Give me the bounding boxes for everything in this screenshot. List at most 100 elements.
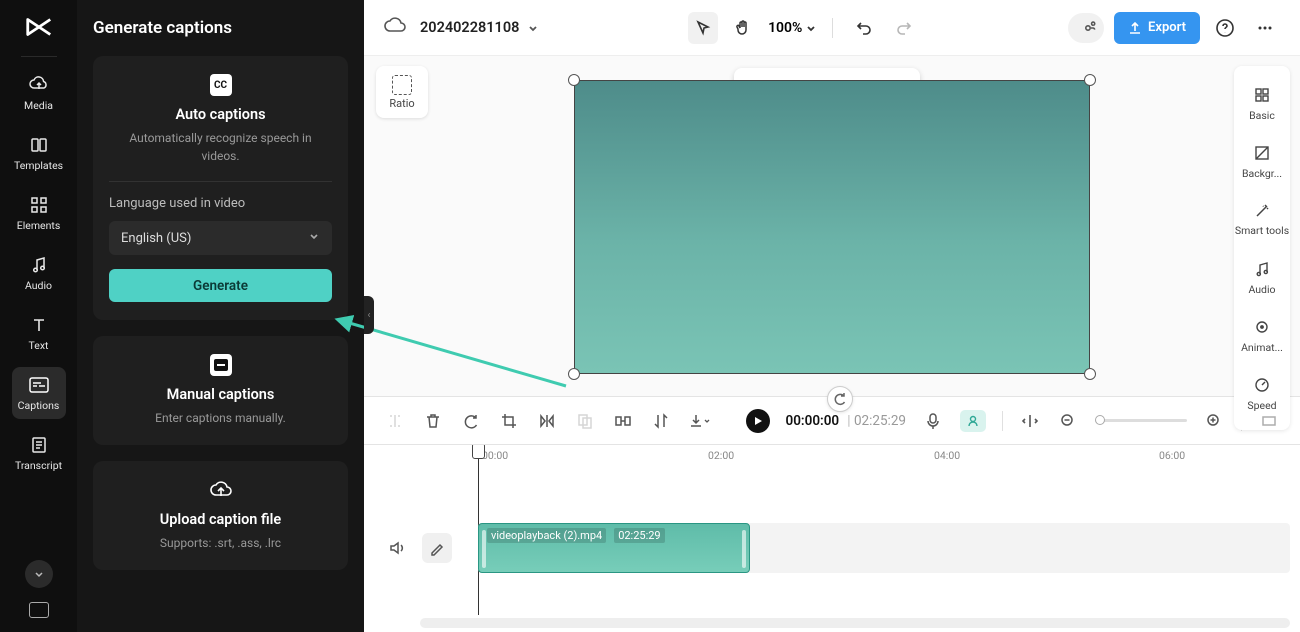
main-area: 202402281108 100% Export xyxy=(364,0,1300,632)
ai-voice-chip[interactable] xyxy=(960,410,986,432)
rail-item-audio[interactable]: Audio xyxy=(12,247,66,299)
canvas-clip-frame[interactable] xyxy=(574,80,1090,374)
manual-captions-icon xyxy=(210,354,232,376)
language-select[interactable]: English (US) xyxy=(109,221,332,255)
resize-handle-bl[interactable] xyxy=(568,368,580,380)
canvas-area[interactable]: Ratio Basic Backgr... Smart tools Audio … xyxy=(364,56,1300,396)
current-time: 00:00:00 xyxy=(786,413,840,429)
prop-basic[interactable]: Basic xyxy=(1234,74,1290,132)
grid-icon xyxy=(1252,85,1272,105)
rail-item-text[interactable]: Text xyxy=(12,307,66,359)
manual-captions-title: Manual captions xyxy=(167,386,275,403)
export-icon xyxy=(1128,21,1142,35)
rotate-icon[interactable] xyxy=(460,410,482,432)
fit-icon[interactable] xyxy=(1258,410,1280,432)
timeline[interactable]: 00:0002:0004:0006:00 videoplayback (2).m… xyxy=(364,444,1300,632)
hand-tool[interactable] xyxy=(728,12,758,44)
rail-item-templates[interactable]: Templates xyxy=(12,127,66,179)
timeline-hscroll[interactable] xyxy=(420,618,1290,628)
keyboard-shortcuts-icon[interactable] xyxy=(29,602,49,618)
mirror-icon[interactable] xyxy=(536,410,558,432)
download-dropdown[interactable] xyxy=(688,410,710,432)
text-icon xyxy=(29,315,49,335)
upload-caption-sub: Supports: .srt, .ass, .lrc xyxy=(160,534,281,552)
generate-button[interactable]: Generate xyxy=(109,269,332,302)
templates-icon xyxy=(29,135,49,155)
rail-item-captions[interactable]: Captions xyxy=(12,367,66,419)
panel-collapse-handle[interactable]: ‹ xyxy=(364,296,374,334)
zoom-value: 100% xyxy=(768,20,802,36)
prop-background[interactable]: Backgr... xyxy=(1234,132,1290,190)
rail-label: Text xyxy=(29,339,49,352)
resize-handle-br[interactable] xyxy=(1084,368,1096,380)
remove-gaps-icon[interactable] xyxy=(612,410,634,432)
export-label: Export xyxy=(1148,20,1186,35)
share-button[interactable] xyxy=(1068,13,1104,43)
timecode: 00:00:00 | 02:25:29 xyxy=(786,413,907,429)
track-edit-icon[interactable] xyxy=(422,533,452,563)
zoom-slider-thumb[interactable] xyxy=(1095,415,1105,425)
ruler-tick: 04:00 xyxy=(934,449,960,462)
more-menu[interactable] xyxy=(1250,12,1280,44)
ratio-button[interactable]: Ratio xyxy=(376,66,428,118)
playhead-handle[interactable] xyxy=(472,444,485,459)
clip-name: videoplayback (2).mp4 xyxy=(487,528,606,543)
prop-audio[interactable]: Audio xyxy=(1234,248,1290,306)
rotate-handle[interactable] xyxy=(827,386,853,412)
resize-handle-tr[interactable] xyxy=(1084,74,1096,86)
ruler-tick: 02:00 xyxy=(708,449,734,462)
auto-captions-title: Auto captions xyxy=(175,106,265,123)
help-button[interactable] xyxy=(1210,12,1240,44)
split-view-icon[interactable] xyxy=(1019,410,1041,432)
chevron-down-icon xyxy=(527,22,539,34)
crop-icon[interactable] xyxy=(498,410,520,432)
zoom-in-icon[interactable] xyxy=(1203,410,1225,432)
resize-handle-tl[interactable] xyxy=(568,74,580,86)
elements-icon xyxy=(29,195,49,215)
zoom-out-icon[interactable] xyxy=(1057,410,1079,432)
video-preview xyxy=(574,80,1090,374)
select-tool[interactable] xyxy=(688,12,718,44)
cloud-upload-icon xyxy=(29,75,49,95)
delete-icon[interactable] xyxy=(422,410,444,432)
rail-expand-toggle[interactable] xyxy=(25,560,53,588)
export-button[interactable]: Export xyxy=(1114,12,1200,44)
language-value: English (US) xyxy=(121,231,191,246)
rail-item-transcript[interactable]: Transcript xyxy=(12,427,66,479)
timeline-ruler[interactable]: 00:0002:0004:0006:00 xyxy=(364,445,1300,467)
manual-captions-sub: Enter captions manually. xyxy=(155,409,286,427)
reorder-icon[interactable] xyxy=(650,410,672,432)
ratio-icon xyxy=(392,75,412,95)
mic-icon[interactable] xyxy=(922,410,944,432)
clip-trim-right[interactable] xyxy=(742,530,746,568)
undo-button[interactable] xyxy=(849,12,879,44)
auto-captions-sub: Automatically recognize speech in videos… xyxy=(109,129,332,165)
project-name: 202402281108 xyxy=(420,19,519,36)
cloud-sync-icon[interactable] xyxy=(384,16,406,40)
panel-title: Generate captions xyxy=(93,18,348,38)
upload-caption-card[interactable]: Upload caption file Supports: .srt, .ass… xyxy=(93,461,348,570)
timeline-clip[interactable]: videoplayback (2).mp4 02:25:29 xyxy=(478,523,750,573)
cc-badge-icon: CC xyxy=(210,74,232,96)
rail-label: Elements xyxy=(17,219,61,232)
rail-item-elements[interactable]: Elements xyxy=(12,187,66,239)
play-button[interactable] xyxy=(746,409,770,433)
clip-trim-left[interactable] xyxy=(482,530,486,568)
rail-label: Audio xyxy=(25,279,52,292)
manual-captions-card[interactable]: Manual captions Enter captions manually. xyxy=(93,336,348,445)
redo-button[interactable] xyxy=(889,12,919,44)
track-mute-icon[interactable] xyxy=(382,533,412,563)
app-logo[interactable] xyxy=(22,10,56,44)
split-cursor-icon[interactable] xyxy=(384,410,406,432)
zoom-dropdown[interactable]: 100% xyxy=(768,20,816,36)
rail-item-media[interactable]: Media xyxy=(12,67,66,119)
prop-smart-tools[interactable]: Smart tools xyxy=(1234,190,1290,248)
zoom-slider[interactable] xyxy=(1095,419,1187,422)
cloud-upload-icon xyxy=(210,479,232,501)
prop-animation[interactable]: Animat... xyxy=(1234,306,1290,364)
language-label: Language used in video xyxy=(109,196,245,211)
duplicate-icon[interactable] xyxy=(574,410,596,432)
project-name-dropdown[interactable]: 202402281108 xyxy=(420,19,539,36)
auto-captions-card: CC Auto captions Automatically recognize… xyxy=(93,56,348,320)
background-icon xyxy=(1252,143,1272,163)
